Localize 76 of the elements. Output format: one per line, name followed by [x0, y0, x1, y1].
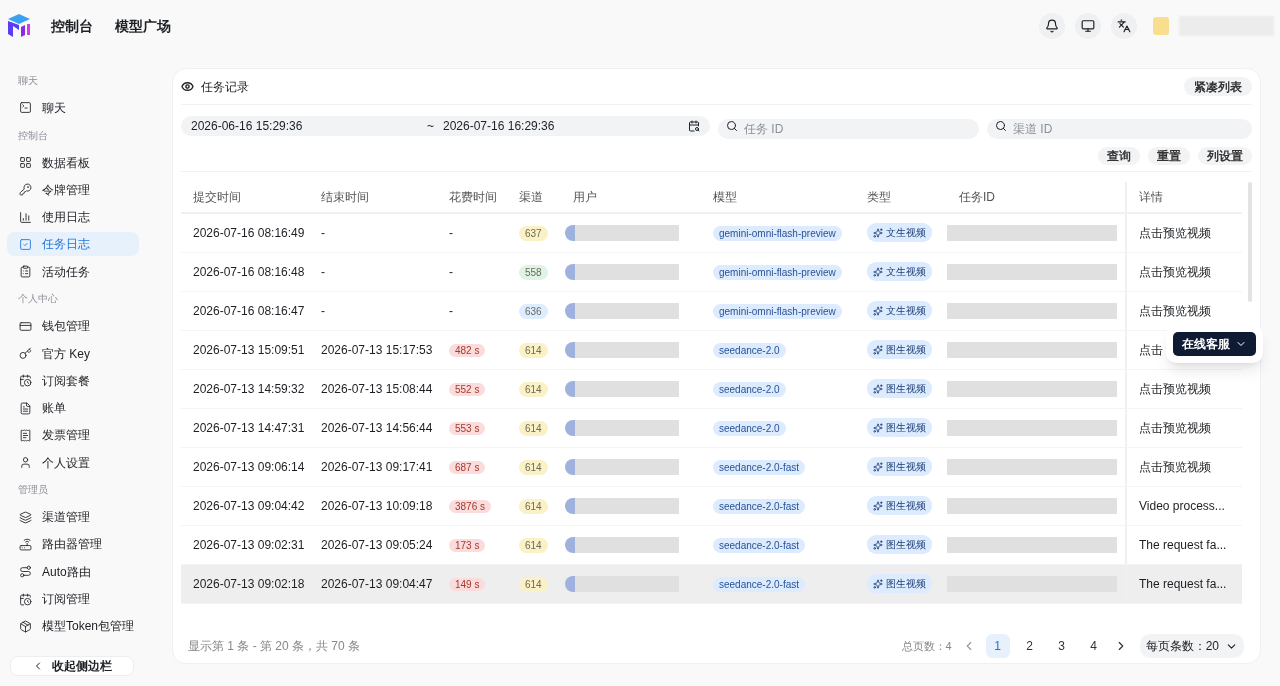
model-tag: seedance-2.0-fast — [713, 538, 806, 553]
section-label: 个人中心 — [18, 292, 58, 307]
channel-badge: 614 — [519, 421, 548, 436]
channel-badge: 637 — [519, 226, 548, 241]
table-cell-text: 2026-07-13 09:17:41 — [320, 459, 434, 476]
channel-badge: 614 — [519, 382, 548, 397]
duration-badge: 552 s — [449, 383, 486, 396]
duration-badge: 149 s — [449, 578, 486, 591]
column-header: 渠道 — [519, 189, 543, 206]
channel-badge: 614 — [519, 499, 548, 514]
column-header: 任务ID — [959, 189, 995, 206]
duration-badge: 482 s — [449, 344, 486, 357]
column-header: 结束时间 — [321, 189, 369, 206]
table-cell-text: 2026-07-13 09:05:24 — [320, 537, 434, 554]
table-cell: - — [449, 226, 453, 240]
model-tag: seedance-2.0 — [713, 382, 786, 397]
table-cell: - — [449, 304, 453, 318]
type-tag: 图生视频 — [867, 379, 932, 399]
table-cell-text: 2026-07-13 09:04:47 — [320, 576, 434, 593]
panel-title: 任务记录 — [201, 78, 249, 96]
duration-badge: 553 s — [449, 422, 486, 435]
table-cell-text: 2026-07-16 08:16:49 — [192, 225, 306, 242]
table-cell-text: 2026-07-13 15:08:44 — [320, 381, 434, 398]
channel-badge: 636 — [519, 304, 548, 319]
model-tag: seedance-2.0-fast — [713, 460, 806, 475]
type-tag: 图生视频 — [867, 574, 932, 594]
type-tag: 图生视频 — [867, 418, 932, 438]
duration-badge: 173 s — [449, 539, 486, 552]
channel-badge: 614 — [519, 343, 548, 358]
type-tag: 图生视频 — [867, 340, 932, 360]
table-cell: - — [449, 265, 453, 279]
table-cell-text: 2026-07-13 14:47:31 — [192, 420, 306, 437]
section-label: 聊天 — [18, 74, 38, 89]
table-cell-text: - — [320, 303, 326, 320]
type-tag: 图生视频 — [867, 535, 932, 555]
table-cell-text: 2026-07-13 14:59:32 — [192, 381, 306, 398]
table-cell-text: 2026-07-13 09:06:14 — [192, 459, 306, 476]
column-header: 花费时间 — [449, 189, 497, 206]
table-cell-text: - — [320, 264, 326, 281]
model-tag: gemini-omni-flash-preview — [713, 265, 842, 280]
type-tag: 图生视频 — [867, 496, 932, 516]
model-tag: seedance-2.0 — [713, 421, 786, 436]
type-tag: 文生视频 — [867, 301, 932, 321]
column-header: 用户 — [573, 189, 597, 206]
section-label: 管理员 — [18, 483, 48, 498]
channel-badge: 614 — [519, 577, 548, 592]
pagination-summary: 显示第 1 条 - 第 20 条，共 70 条 — [188, 638, 361, 655]
model-tag: seedance-2.0 — [713, 343, 786, 358]
model-tag: seedance-2.0-fast — [713, 577, 806, 592]
model-tag: gemini-omni-flash-preview — [713, 304, 842, 319]
channel-badge: 614 — [519, 460, 548, 475]
table-cell-text: 2026-07-13 09:04:42 — [192, 498, 306, 515]
duration-badge: 687 s — [449, 461, 486, 474]
table-cell-text: 2026-07-13 10:09:18 — [320, 498, 434, 515]
type-tag: 文生视频 — [867, 262, 932, 282]
column-header: 详情 — [1139, 189, 1163, 206]
table-cell-text: 2026-07-16 08:16:48 — [192, 264, 306, 281]
total-pages: 总页数：4 — [901, 638, 952, 654]
table-cell-text: 2026-07-16 08:16:47 — [192, 303, 306, 320]
duration-badge: 3876 s — [449, 500, 492, 513]
column-header: 类型 — [867, 189, 891, 206]
column-header: 模型 — [713, 189, 737, 206]
model-tag: seedance-2.0-fast — [713, 499, 806, 514]
table-cell-text: - — [320, 225, 326, 242]
type-tag: 文生视频 — [867, 223, 932, 243]
model-tag: gemini-omni-flash-preview — [713, 226, 842, 241]
channel-badge: 558 — [519, 265, 548, 280]
column-header: 提交时间 — [193, 189, 241, 206]
table-cell-text: 2026-07-13 09:02:31 — [192, 537, 306, 554]
table-cell-text: 2026-07-13 15:17:53 — [320, 342, 434, 359]
channel-badge: 614 — [519, 538, 548, 553]
table-cell-text: 2026-07-13 15:09:51 — [192, 342, 306, 359]
table-cell-text: 2026-07-13 09:02:18 — [192, 576, 306, 593]
table-cell-text: 2026-07-13 14:56:44 — [320, 420, 434, 437]
type-tag: 图生视频 — [867, 457, 932, 477]
section-label: 控制台 — [18, 128, 48, 143]
